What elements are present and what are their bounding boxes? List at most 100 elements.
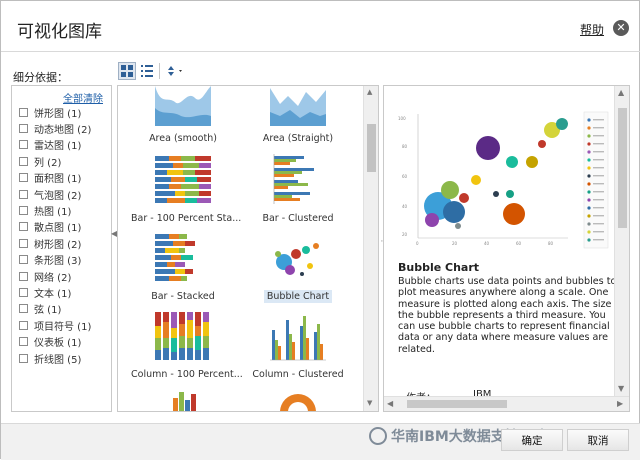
checkbox[interactable] <box>19 156 28 166</box>
gallery-tile-bar-100-percent-stacked[interactable]: Bar - 100 Percent Sta... <box>128 154 241 225</box>
checkbox[interactable] <box>19 189 28 199</box>
checkbox[interactable] <box>19 353 28 363</box>
checkbox[interactable] <box>19 222 28 232</box>
preview-title: Bubble Chart <box>398 261 480 274</box>
filter-item-label: 动态地图 (2) <box>34 125 92 137</box>
tile-label: Bar - Clustered <box>262 213 334 224</box>
svg-text:80: 80 <box>402 144 408 149</box>
visualization-gallery-dialog: 可视化图库 帮助 ✕ 细分依据： 全部清除 饼形图 (1) 动态地图 (2) 雷… <box>0 0 640 460</box>
gallery-tile-area-smooth[interactable]: Area (smooth) <box>128 86 238 145</box>
preview-panel: 100 80 60 40 20 0 20 40 60 80 Bubble Cha… <box>383 85 630 412</box>
filter-item[interactable]: 热图 (1) <box>19 202 91 218</box>
scroll-thumb[interactable] <box>407 400 507 408</box>
partial-donut-thumbnail <box>280 394 316 411</box>
tile-label: Area (smooth) <box>149 133 217 144</box>
checkbox[interactable] <box>19 304 28 314</box>
bubble-chart-thumbnail <box>275 243 319 276</box>
bar-stacked-thumbnail <box>155 234 195 281</box>
checkbox[interactable] <box>19 271 28 281</box>
checkbox[interactable] <box>19 107 28 117</box>
checkbox[interactable] <box>19 320 28 330</box>
filter-item[interactable]: 折线图 (5) <box>19 350 91 366</box>
toolbar-separator <box>159 63 160 79</box>
filter-item-label: 热图 (1) <box>34 207 72 219</box>
scroll-thumb[interactable] <box>367 124 376 172</box>
bar-100-stacked-thumbnail <box>155 156 211 203</box>
filter-item[interactable]: 动态地图 (2) <box>19 120 91 136</box>
svg-text:40: 40 <box>484 241 490 246</box>
gallery-scrollbar[interactable]: ▲ ▼ <box>363 86 378 411</box>
filter-item[interactable]: 条形图 (3) <box>19 252 91 268</box>
filter-item[interactable]: 饼形图 (1) <box>19 104 91 120</box>
cancel-button[interactable]: 取消 <box>567 429 629 451</box>
gallery-tile-bar-clustered[interactable]: Bar - Clustered <box>243 154 353 225</box>
sort-icon[interactable] <box>164 62 188 80</box>
scroll-up-icon[interactable]: ▲ <box>367 88 372 96</box>
tile-label: Bubble Chart <box>263 290 333 303</box>
preview-description: Bubble charts use data points and bubble… <box>398 276 624 355</box>
filter-item[interactable]: 弦 (1) <box>19 301 91 317</box>
svg-text:100: 100 <box>398 116 406 121</box>
gallery-tile-bar-stacked[interactable]: Bar - Stacked <box>128 232 238 303</box>
close-icon[interactable]: ✕ <box>613 20 629 36</box>
area-smooth-thumbnail <box>155 86 211 126</box>
gallery-tile-area-straight[interactable]: Area (Straight) <box>243 86 353 145</box>
filter-item-label: 文本 (1) <box>34 288 72 300</box>
gallery-tile-bubble-chart[interactable]: Bubble Chart <box>243 232 353 303</box>
filter-item[interactable]: 树形图 (2) <box>19 235 91 251</box>
scroll-down-icon[interactable]: ▼ <box>618 384 624 393</box>
filter-item[interactable]: 网络 (2) <box>19 268 91 284</box>
checkbox[interactable] <box>19 206 28 216</box>
filter-item[interactable]: 散点图 (1) <box>19 219 91 235</box>
scroll-right-icon[interactable]: ▶ <box>617 399 623 408</box>
svg-text:60: 60 <box>402 174 408 179</box>
svg-text:40: 40 <box>402 204 408 209</box>
gallery-tile-column-clustered[interactable]: Column - Clustered <box>243 310 353 381</box>
filter-item[interactable]: 雷达图 (1) <box>19 137 91 153</box>
filter-item-label: 树形图 (2) <box>34 239 82 251</box>
checkbox[interactable] <box>19 255 28 265</box>
filter-title: 细分依据： <box>13 71 68 84</box>
scroll-thumb[interactable] <box>618 108 627 228</box>
checkbox[interactable] <box>19 238 28 248</box>
header-divider <box>1 51 640 52</box>
checkbox[interactable] <box>19 124 28 134</box>
gallery-tile-partial[interactable] <box>128 388 238 411</box>
filter-item-label: 雷达图 (1) <box>34 141 82 153</box>
gallery-tile-column-100-percent[interactable]: Column - 100 Percent... <box>128 310 243 381</box>
ok-button[interactable]: 确定 <box>501 429 563 451</box>
area-straight-thumbnail <box>270 88 326 126</box>
filter-item[interactable]: 项目符号 (1) <box>19 317 91 333</box>
bubble-chart-preview: 100 80 60 40 20 0 20 40 60 80 <box>398 111 609 249</box>
filter-item-label: 项目符号 (1) <box>34 321 92 333</box>
wechat-icon <box>369 427 387 445</box>
dialog-title: 可视化图库 <box>17 22 102 42</box>
column-clustered-thumbnail <box>270 316 326 361</box>
checkbox[interactable] <box>19 140 28 150</box>
checkbox[interactable] <box>19 337 28 347</box>
filter-item[interactable]: 文本 (1) <box>19 284 91 300</box>
filter-item[interactable]: 列 (2) <box>19 153 91 169</box>
list-view-icon[interactable] <box>138 62 156 80</box>
filter-item-label: 折线图 (5) <box>34 354 82 366</box>
svg-text:0: 0 <box>416 241 419 246</box>
clear-all-link[interactable]: 全部清除 <box>63 90 103 105</box>
filter-item-label: 饼形图 (1) <box>34 108 82 120</box>
filter-item[interactable]: 仪表板 (1) <box>19 333 91 349</box>
checkbox[interactable] <box>19 173 28 183</box>
scroll-down-icon[interactable]: ▼ <box>367 399 372 407</box>
scroll-up-icon[interactable]: ▲ <box>618 88 624 97</box>
help-link[interactable]: 帮助 <box>580 21 604 38</box>
scroll-left-icon[interactable]: ◀ <box>387 399 393 408</box>
grid-view-icon[interactable] <box>118 62 136 80</box>
svg-text:80: 80 <box>548 241 554 246</box>
filter-item[interactable]: 气泡图 (2) <box>19 186 91 202</box>
preview-vertical-scrollbar[interactable]: ▲ ▼ <box>614 86 629 396</box>
filter-item-label: 条形图 (3) <box>34 256 82 268</box>
preview-horizontal-scrollbar[interactable]: ◀ ▶ <box>384 396 629 411</box>
filter-list: 饼形图 (1) 动态地图 (2) 雷达图 (1) 列 (2) 面积图 (1) 气… <box>19 104 91 366</box>
filter-item[interactable]: 面积图 (1) <box>19 170 91 186</box>
tile-label: Bar - Stacked <box>151 291 215 302</box>
checkbox[interactable] <box>19 287 28 297</box>
gallery-tile-partial[interactable] <box>243 388 353 411</box>
